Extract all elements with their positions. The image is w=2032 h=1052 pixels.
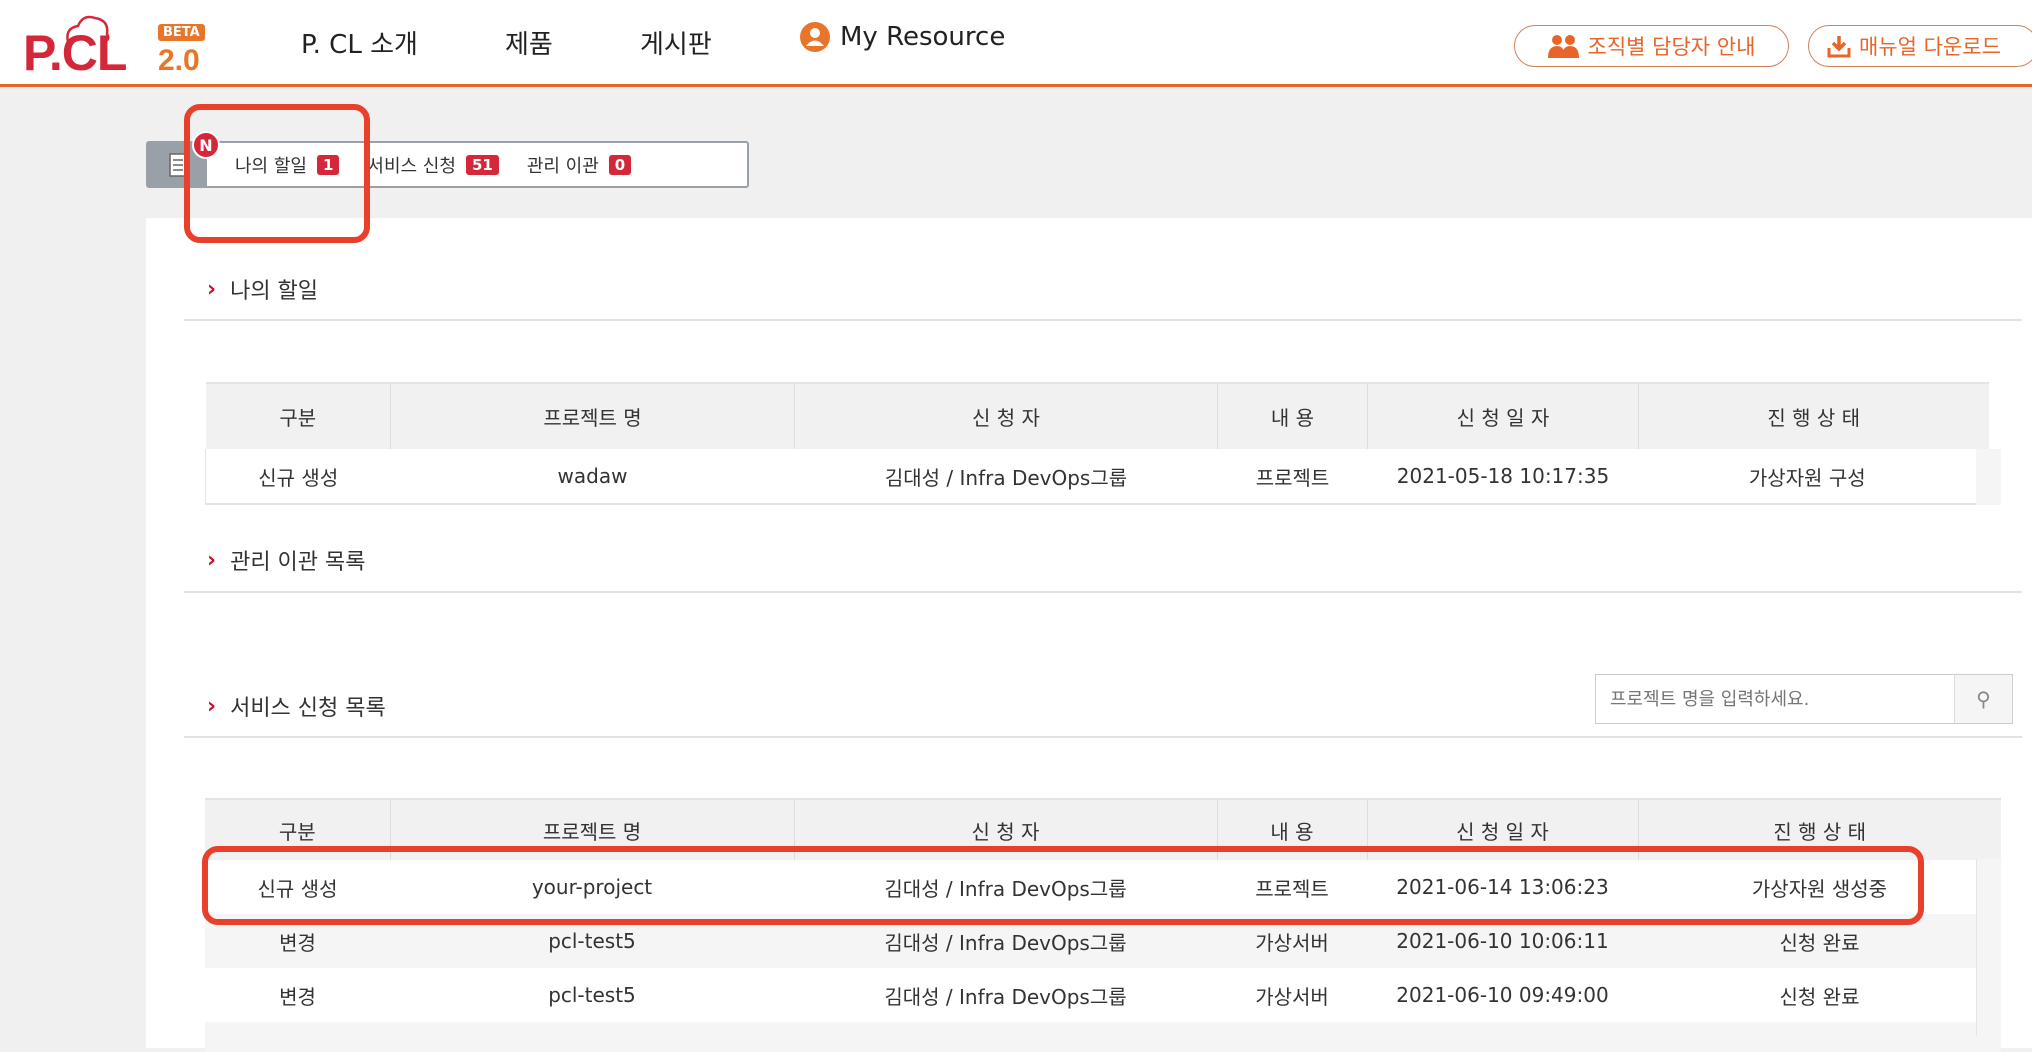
divider [184,319,2022,321]
chevron-right-icon: › [207,547,217,573]
org-contacts-label: 조직별 담당자 안내 [1587,35,1756,59]
section-title: 나의 할일 [230,279,319,304]
project-search: ⚲ [1595,674,2013,724]
nav-board[interactable]: 게시판 [640,24,712,61]
cell-type: 신규 생성 [258,465,339,490]
highlight-annotation [184,104,370,243]
divider [184,591,2022,593]
section-my-todo: › 나의 할일 [207,273,318,305]
cell-date: 2021-06-10 09:49:00 [1396,983,1609,1007]
col-type: 구분 [205,382,391,449]
divider [184,736,2022,738]
table-scrollbar[interactable] [1976,859,2001,1036]
search-button[interactable]: ⚲ [1954,675,2012,723]
cell-requester: 김대성 / Infra DevOps그룹 [884,465,1128,490]
tab-label: 관리 이관 [526,155,599,177]
tab-label: 서비스 신청 [367,155,456,177]
service-table: 구분 프로젝트 명신 청 자내 용신 청 일 자진 행 상 태 신규 생성 your… [205,798,2001,1052]
cell-status: 가상자원 구성 [1638,449,2001,504]
tab-service-request[interactable]: 서비스 신청 51 [367,152,499,178]
section-service-list: › 서비스 신청 목록 [207,690,386,722]
cell-requester: 김대성 / Infra DevOps그룹 [884,984,1127,1009]
section-title: 관리 이관 목록 [230,550,366,575]
col-content: 내 용 [1217,382,1368,449]
user-icon [800,22,830,52]
col-requester: 신 청 자 [794,382,1218,449]
table-row[interactable]: 신규 생성 wadaw 김대성 / Infra DevOps그룹 프로젝트 2021-0… [205,449,2001,504]
col-status: 진 행 상 태 [1638,382,1989,449]
people-icon [1547,35,1579,58]
org-contacts-button[interactable]: 조직별 담당자 안내 [1514,25,1789,67]
search-icon: ⚲ [1976,688,1991,711]
beta-badge: BETA [158,24,205,41]
table-row [205,1022,2001,1052]
todo-table: 구분 프로젝트 명신 청 자내 용신 청 일 자진 행 상 태 신규 생성 wada… [205,382,2001,505]
cell-content: 가상서버 [1255,984,1329,1009]
cell-content: 프로젝트 [1255,465,1330,490]
version-label: 2.0 [158,44,200,77]
tab-management-transfer[interactable]: 관리 이관 0 [526,152,632,178]
cell-date: 2021-05-18 10:17:35 [1396,464,1610,488]
chevron-right-icon: › [207,693,217,719]
logo[interactable]: P.CL BETA 2.0 [23,14,213,81]
col-date: 신 청 일 자 [1367,382,1639,449]
col-project: 프로젝트 명 [390,382,795,449]
top-header: P.CL BETA 2.0 P. CL 소개 제품 게시판 My Resourc… [0,0,2032,87]
highlight-annotation [202,846,1924,925]
manual-download-label: 매뉴얼 다운로드 [1859,35,2001,59]
cell-project: pcl-test5 [548,983,636,1007]
nav-my-resource-label: My Resource [840,22,1006,52]
download-icon [1827,36,1851,58]
manual-download-button[interactable]: 매뉴얼 다운로드 [1808,25,2032,67]
project-search-input[interactable] [1596,675,1954,723]
logo-text: P.CL [23,25,127,81]
chevron-right-icon: › [207,276,217,302]
nav-products[interactable]: 제품 [505,24,553,61]
cell-project: wadaw [557,464,628,488]
nav-pcl-intro[interactable]: P. CL 소개 [301,24,418,61]
cell-status: 신청 완료 [1779,984,1860,1009]
section-title: 서비스 신청 목록 [230,696,386,721]
section-transfer-list: › 관리 이관 목록 [207,544,366,576]
count-badge: 51 [465,154,499,175]
nav-my-resource[interactable]: My Resource [800,22,1005,52]
count-badge: 0 [608,154,632,175]
table-row[interactable]: 변경 pcl-test5 김대성 / Infra DevOps그룹 가상서버 2021-… [205,968,2001,1022]
cell-type: 변경 [279,984,316,1009]
